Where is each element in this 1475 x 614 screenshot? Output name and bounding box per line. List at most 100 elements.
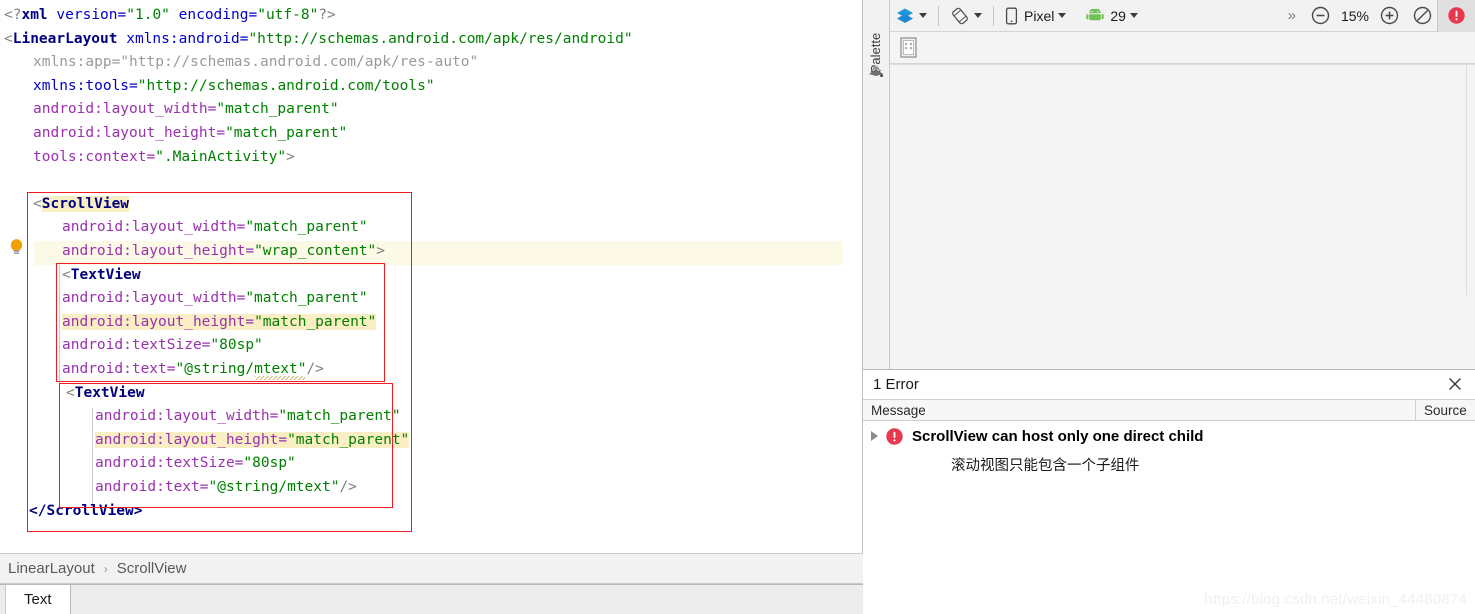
breadcrumb-separator-icon: › bbox=[103, 561, 108, 576]
zoom-out-button[interactable] bbox=[1306, 0, 1335, 32]
breadcrumb[interactable]: LinearLayout › ScrollView bbox=[0, 553, 863, 584]
code-token: ?> bbox=[318, 7, 336, 23]
code-token: "@string/mtext" bbox=[208, 479, 340, 495]
code-token: "match_parent" bbox=[278, 408, 401, 425]
orientation-button[interactable] bbox=[945, 0, 987, 32]
code-token: "http://schemas.android.com/apk/res/andr… bbox=[248, 30, 633, 47]
code-token: android:textSize= bbox=[62, 337, 211, 354]
zoom-reset-button[interactable] bbox=[1408, 0, 1437, 32]
palette-rail[interactable]: Palette bbox=[863, 0, 890, 369]
breadcrumb-item-linearlayout[interactable]: LinearLayout bbox=[8, 560, 95, 577]
code-line: android:text="@string/mtext"/> bbox=[95, 476, 357, 500]
code-token: android:layout_height= bbox=[62, 313, 255, 330]
error-panel-header: 1 Error bbox=[863, 370, 1475, 399]
code-line: android:textSize="80sp" bbox=[62, 334, 263, 358]
layers-button[interactable] bbox=[890, 0, 932, 32]
editor-marker-track[interactable] bbox=[843, 0, 863, 553]
column-header-source[interactable]: Source bbox=[1415, 400, 1475, 420]
toolbar-separator bbox=[993, 5, 994, 26]
palette-stack-icon[interactable] bbox=[868, 64, 884, 78]
chevron-down-icon bbox=[1129, 13, 1138, 18]
code-line: tools:context=".MainActivity"> bbox=[33, 146, 295, 170]
zoom-reset-icon bbox=[1413, 6, 1432, 25]
code-line: android:layout_width="match_parent" bbox=[95, 405, 401, 429]
device-label: Pixel bbox=[1024, 7, 1055, 24]
xml-code-editor[interactable]: <?xml version="1.0" encoding="utf-8"?> <L… bbox=[0, 0, 863, 553]
design-toolbar[interactable]: Pixel 29 » 15% bbox=[890, 0, 1475, 32]
error-table-header: Message Source bbox=[863, 399, 1475, 421]
orientation-rotate-icon bbox=[952, 7, 968, 24]
tabbar-filler bbox=[70, 585, 863, 614]
code-token: < bbox=[4, 30, 13, 47]
toolbar-overflow-button[interactable]: » bbox=[1288, 7, 1296, 24]
code-line: xmlns:app="http://schemas.android.com/ap… bbox=[33, 51, 478, 75]
api-level-label: 29 bbox=[1110, 7, 1126, 24]
code-token: android:text= bbox=[95, 479, 209, 495]
code-token: "http://schemas.android.com/tools" bbox=[137, 77, 435, 94]
code-token: android:layout_width= bbox=[62, 290, 246, 307]
design-subbar bbox=[890, 32, 1475, 64]
close-icon[interactable] bbox=[1447, 376, 1463, 392]
code-line: <ScrollView bbox=[33, 193, 130, 217]
code-token: xml bbox=[21, 7, 48, 23]
code-line: android:layout_height="match_parent" bbox=[33, 122, 347, 146]
code-token: "80sp" bbox=[243, 455, 296, 472]
device-selector[interactable]: Pixel bbox=[1000, 0, 1071, 32]
code-token: > bbox=[286, 148, 295, 165]
code-token: tools:context= bbox=[33, 148, 156, 165]
chevron-right-icon[interactable] bbox=[863, 431, 885, 441]
code-token: "1.0" bbox=[126, 7, 170, 23]
code-token: xmlns:android= bbox=[117, 30, 249, 47]
code-token: "80sp" bbox=[210, 337, 263, 354]
code-token: "wrap_content" bbox=[254, 243, 377, 259]
zoom-in-button[interactable] bbox=[1375, 0, 1404, 32]
chevron-down-icon bbox=[919, 13, 927, 18]
code-token: "match_parent" bbox=[287, 431, 410, 448]
error-message-title: ScrollView can host only one direct chil… bbox=[912, 427, 1204, 445]
code-text[interactable]: <?xml version="1.0" encoding="utf-8"?> <L… bbox=[0, 0, 800, 553]
tab-text[interactable]: Text bbox=[6, 585, 71, 614]
code-token: android:layout_width= bbox=[95, 408, 279, 425]
api-level-selector[interactable]: 29 bbox=[1081, 0, 1143, 32]
toolbar-separator bbox=[938, 5, 939, 26]
table-row[interactable]: ScrollView can host only one direct chil… bbox=[863, 421, 1475, 451]
error-badge-button[interactable] bbox=[1437, 0, 1475, 32]
code-token: "http://schemas.android.com/apk/res-auto… bbox=[120, 54, 479, 71]
code-token: <? bbox=[4, 7, 22, 23]
code-line: android:textSize="80sp" bbox=[95, 452, 296, 476]
code-token: /> bbox=[339, 479, 357, 495]
code-line: android:layout_width="match_parent" bbox=[33, 98, 339, 122]
code-token: TextView bbox=[70, 266, 141, 283]
column-header-message[interactable]: Message bbox=[863, 403, 1415, 418]
error-squiggle bbox=[255, 376, 305, 380]
code-token: encoding= bbox=[169, 7, 258, 23]
error-count-label: 1 Error bbox=[873, 376, 919, 393]
code-token: /> bbox=[306, 361, 324, 377]
code-line: xmlns:tools="http://schemas.android.com/… bbox=[33, 75, 435, 99]
editor-tab-bar[interactable]: Text bbox=[0, 584, 863, 614]
code-line: android:layout_width="match_parent" bbox=[62, 287, 368, 311]
error-panel: 1 Error Message Source ScrollView can ho… bbox=[863, 369, 1475, 614]
design-preview-pane: Palette Pixel 29 » 15% 1 Error Message S… bbox=[863, 0, 1475, 614]
code-token: < bbox=[66, 384, 75, 401]
error-message-detail: 滚动视图只能包含一个子组件 bbox=[951, 458, 1140, 474]
code-token: android:layout_width= bbox=[33, 101, 217, 118]
code-token: xmlns:app= bbox=[33, 54, 121, 71]
code-token: < bbox=[62, 266, 71, 283]
code-line: </ScrollView> bbox=[29, 500, 143, 524]
zoom-level-label: 15% bbox=[1340, 7, 1369, 24]
code-token: ".MainActivity" bbox=[155, 148, 287, 165]
code-line: android:layout_width="match_parent" bbox=[62, 216, 368, 240]
code-token: android:textSize= bbox=[95, 455, 244, 472]
code-token: > bbox=[376, 243, 386, 259]
canvas-scrollbar[interactable] bbox=[1466, 65, 1475, 295]
design-canvas[interactable] bbox=[891, 64, 1475, 369]
code-line: <LinearLayout xmlns:android="http://sche… bbox=[4, 28, 633, 52]
breadcrumb-item-scrollview[interactable]: ScrollView bbox=[117, 560, 187, 577]
code-line: <TextView bbox=[66, 382, 145, 406]
android-studio-layout-editor: <?xml version="1.0" encoding="utf-8"?> <L… bbox=[0, 0, 1475, 614]
device-preview-thumbnail-icon[interactable] bbox=[900, 37, 917, 58]
code-token: android:text= bbox=[62, 361, 176, 377]
code-token: android:layout_height= bbox=[62, 243, 255, 259]
code-token: version= bbox=[47, 7, 127, 23]
